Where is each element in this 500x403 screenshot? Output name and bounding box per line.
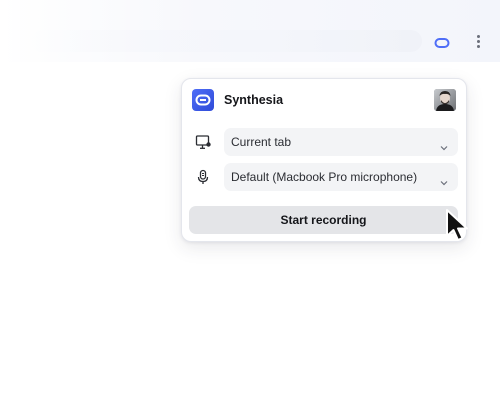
chevron-down-icon bbox=[440, 173, 448, 186]
mouse-pointer-icon bbox=[445, 208, 471, 246]
monitor-icon bbox=[195, 134, 211, 150]
avatar[interactable] bbox=[434, 89, 456, 111]
microphone-select[interactable]: Default (Macbook Pro microphone) bbox=[224, 163, 458, 191]
synthesia-logo-icon bbox=[192, 89, 214, 111]
source-select[interactable]: Current tab bbox=[224, 128, 458, 156]
app-name: Synthesia bbox=[224, 93, 284, 107]
microphone-select-value: Default (Macbook Pro microphone) bbox=[231, 170, 418, 184]
address-bar[interactable] bbox=[30, 30, 422, 52]
microphone-icon bbox=[195, 169, 211, 185]
synthesia-extension-icon[interactable] bbox=[434, 36, 450, 48]
recorder-popup: Synthesia Current tab Default (Macbook P… bbox=[181, 78, 467, 242]
chevron-down-icon bbox=[440, 138, 448, 151]
more-vert-icon[interactable] bbox=[475, 35, 481, 51]
source-select-value: Current tab bbox=[231, 135, 292, 149]
browser-toolbar bbox=[0, 0, 500, 62]
start-recording-button[interactable]: Start recording bbox=[189, 206, 458, 234]
